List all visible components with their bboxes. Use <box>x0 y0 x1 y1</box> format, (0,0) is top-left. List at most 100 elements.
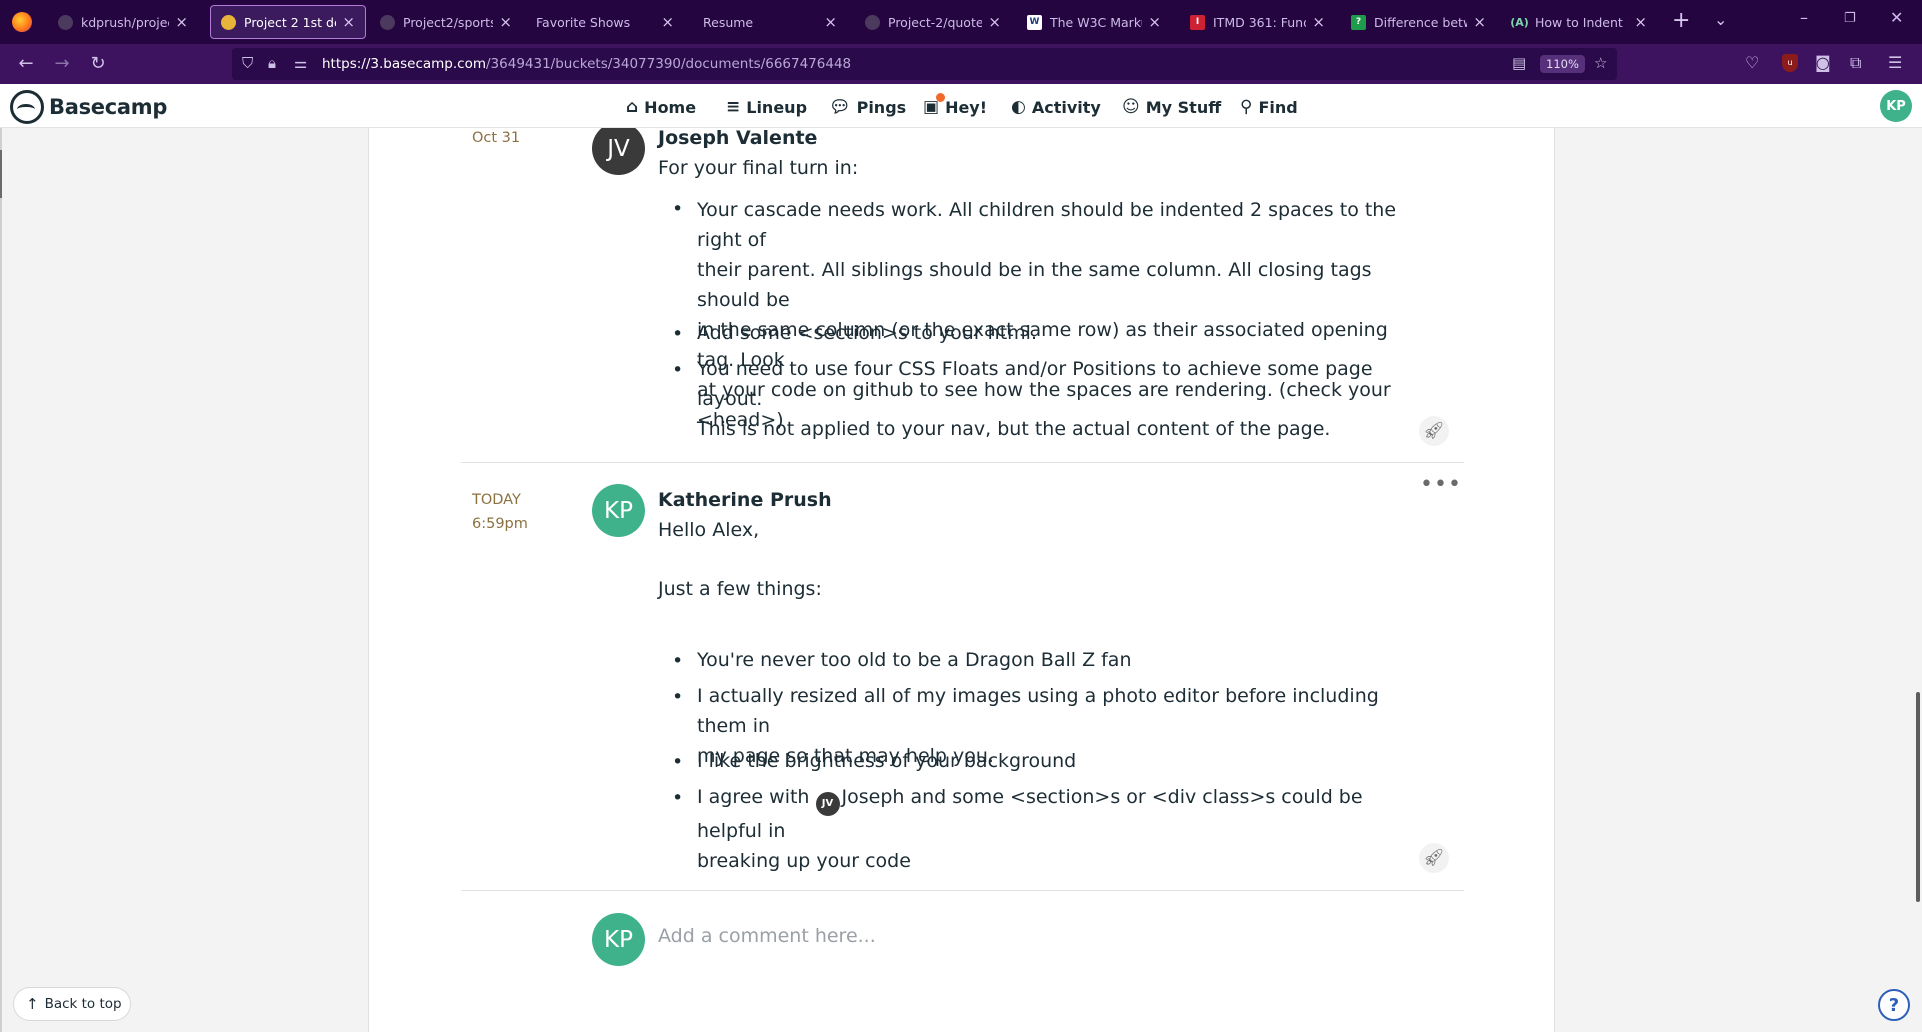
browser-tab[interactable]: Project-2/quotes.ht × <box>855 5 1011 39</box>
close-tab-icon[interactable]: × <box>175 13 188 31</box>
help-button[interactable]: ? <box>1878 989 1910 1021</box>
bullet: • <box>672 751 684 773</box>
comment-divider <box>461 462 1464 463</box>
nav-find[interactable]: ⚲ Find <box>1240 97 1298 117</box>
shield-icon[interactable]: ⛉ <box>242 54 253 72</box>
tab-label: How to Indent HTM <box>1535 14 1628 30</box>
tab-label: The W3C Markup V <box>1050 14 1142 30</box>
browser-tab[interactable]: Project2/sports.htm × <box>370 5 522 39</box>
mention-avatar: JV <box>815 792 840 816</box>
nav-my-stuff-label: My Stuff <box>1145 97 1222 117</box>
nav-lineup[interactable]: ≡ Lineup <box>726 97 807 117</box>
nav-lineup-label: Lineup <box>746 97 808 117</box>
tab-label: ITMD 361: Fundame <box>1213 14 1306 30</box>
close-tab-icon[interactable]: × <box>1148 13 1161 31</box>
hey-inbox-icon: ▣ <box>923 93 945 117</box>
permissions-icon[interactable]: ⚌ <box>294 54 307 72</box>
nav-activity[interactable]: ◐ Activity <box>1011 97 1101 117</box>
list-item: You need to use four CSS Floats and/or P… <box>697 358 1373 440</box>
reader-view-icon[interactable]: ▤ <box>1512 54 1526 72</box>
bullet: • <box>672 359 684 381</box>
basecamp-logo[interactable]: Basecamp <box>10 90 167 124</box>
close-tab-icon[interactable]: × <box>1634 13 1647 31</box>
browser-tab[interactable]: kdprush/project2-p × <box>48 5 198 39</box>
bookmark-star-icon[interactable]: ☆ <box>1594 54 1607 72</box>
boost-rocket-icon[interactable]: 🚀︎ <box>1419 416 1449 446</box>
basecamp-icon <box>221 14 236 30</box>
nav-home[interactable]: ⌂ Home <box>626 97 696 117</box>
tab-label: Favorite Shows <box>536 14 631 30</box>
tab-label: Resume <box>703 14 754 30</box>
back-to-top-button[interactable]: ↑ Back to top <box>13 987 131 1021</box>
extensions-puzzle-icon[interactable]: ⧉ <box>1850 53 1861 73</box>
scrollbar-thumb[interactable] <box>1916 692 1920 902</box>
comment-avatar[interactable]: KP <box>592 484 645 537</box>
reload-icon[interactable]: ↻ <box>86 52 110 76</box>
address-bar[interactable]: ⛉ 🔒︎ ⚌ https://3.basecamp.com/3649431/bu… <box>232 48 1617 80</box>
browser-tab[interactable]: W The W3C Markup V × <box>1017 5 1171 39</box>
tab-label: Project 2 1st deliver <box>244 14 336 30</box>
basecamp-logo-text: Basecamp <box>49 95 168 119</box>
firefox-icon[interactable] <box>12 12 32 32</box>
nav-activity-label: Activity <box>1031 97 1101 117</box>
arrow-up-icon: ↑ <box>26 995 39 1013</box>
extension-glasses-icon[interactable]: ◙ <box>1815 53 1831 72</box>
github-icon <box>380 14 395 30</box>
nav-pings[interactable]: 💬︎ Pings <box>829 97 906 117</box>
new-tab-icon[interactable]: + <box>1672 8 1690 33</box>
nav-hey[interactable]: ▣ Hey! <box>923 93 987 117</box>
user-avatar[interactable]: KP <box>1880 90 1912 122</box>
basecamp-header: Basecamp ⌂ Home ≡ Lineup 💬︎ Pings ▣ Hey!… <box>0 84 1922 128</box>
comment-time[interactable]: 6:59pm <box>472 512 528 536</box>
boost-rocket-icon[interactable]: 🚀︎ <box>1419 843 1449 873</box>
restore-icon[interactable]: ❐ <box>1844 11 1856 26</box>
pocket-icon[interactable]: ♡ <box>1745 53 1759 72</box>
github-icon <box>58 14 73 30</box>
nav-my-stuff[interactable]: ☺ My Stuff <box>1122 97 1221 117</box>
close-tab-icon[interactable]: × <box>988 13 1001 31</box>
browser-tab[interactable]: ? Difference between × <box>1341 5 1496 39</box>
minimize-icon[interactable]: – <box>1800 8 1808 27</box>
menu-hamburger-icon[interactable]: ☰ <box>1888 53 1902 72</box>
forward-arrow-icon[interactable]: → <box>50 52 74 76</box>
back-arrow-icon[interactable]: ← <box>14 52 38 76</box>
lineup-icon: ≡ <box>726 97 741 117</box>
browser-tab[interactable]: Resume × <box>693 5 847 39</box>
comment-date[interactable]: TODAY <box>472 488 521 512</box>
nav-find-label: Find <box>1258 97 1298 117</box>
browser-tab[interactable]: (A) How to Indent HTM × <box>1502 5 1657 39</box>
comment-author[interactable]: Katherine Prush <box>658 489 832 511</box>
browser-tab-bar: kdprush/project2-p × Project 2 1st deliv… <box>0 0 1922 44</box>
more-options-icon[interactable]: ••• <box>1420 472 1462 497</box>
close-tab-icon[interactable]: × <box>1473 13 1486 31</box>
lock-icon[interactable]: 🔒︎ <box>268 54 276 72</box>
comment-author[interactable]: Joseph Valente <box>658 127 817 149</box>
bullet: • <box>672 787 684 809</box>
browser-tab[interactable]: Favorite Shows × <box>526 5 684 39</box>
smiley-icon: ☺ <box>1122 97 1140 117</box>
comment-input[interactable]: Add a comment here... <box>658 925 876 947</box>
close-tab-icon[interactable]: × <box>342 13 355 31</box>
comment-date[interactable]: Oct 31 <box>472 126 520 150</box>
comment-avatar[interactable]: JV <box>592 122 645 175</box>
list-tabs-chevron-icon[interactable]: ⌄ <box>1714 10 1727 29</box>
close-tab-icon[interactable]: × <box>661 13 674 31</box>
mention-joseph[interactable]: JV Joseph <box>815 786 904 816</box>
zoom-level-badge[interactable]: 110% <box>1540 55 1585 73</box>
browser-tab-active[interactable]: Project 2 1st deliver × <box>210 5 366 39</box>
close-tab-icon[interactable]: × <box>499 13 512 31</box>
close-tab-icon[interactable]: × <box>824 13 837 31</box>
close-tab-icon[interactable]: × <box>1312 13 1325 31</box>
close-window-icon[interactable]: ✕ <box>1890 8 1903 27</box>
ublock-icon[interactable]: u <box>1782 54 1798 72</box>
list-item: Add some <section>s to your html. <box>697 322 1037 344</box>
github-icon <box>865 14 880 30</box>
pings-chat-icon: 💬︎ <box>829 97 851 117</box>
url-text[interactable]: https://3.basecamp.com/3649431/buckets/3… <box>322 56 851 72</box>
browser-tab[interactable]: I ITMD 361: Fundame × <box>1180 5 1335 39</box>
back-to-top-label: Back to top <box>44 996 122 1012</box>
tab-label: Difference between <box>1374 14 1467 30</box>
bullet: • <box>672 198 684 220</box>
left-edge-marker <box>0 150 2 198</box>
comment-divider <box>461 890 1464 891</box>
